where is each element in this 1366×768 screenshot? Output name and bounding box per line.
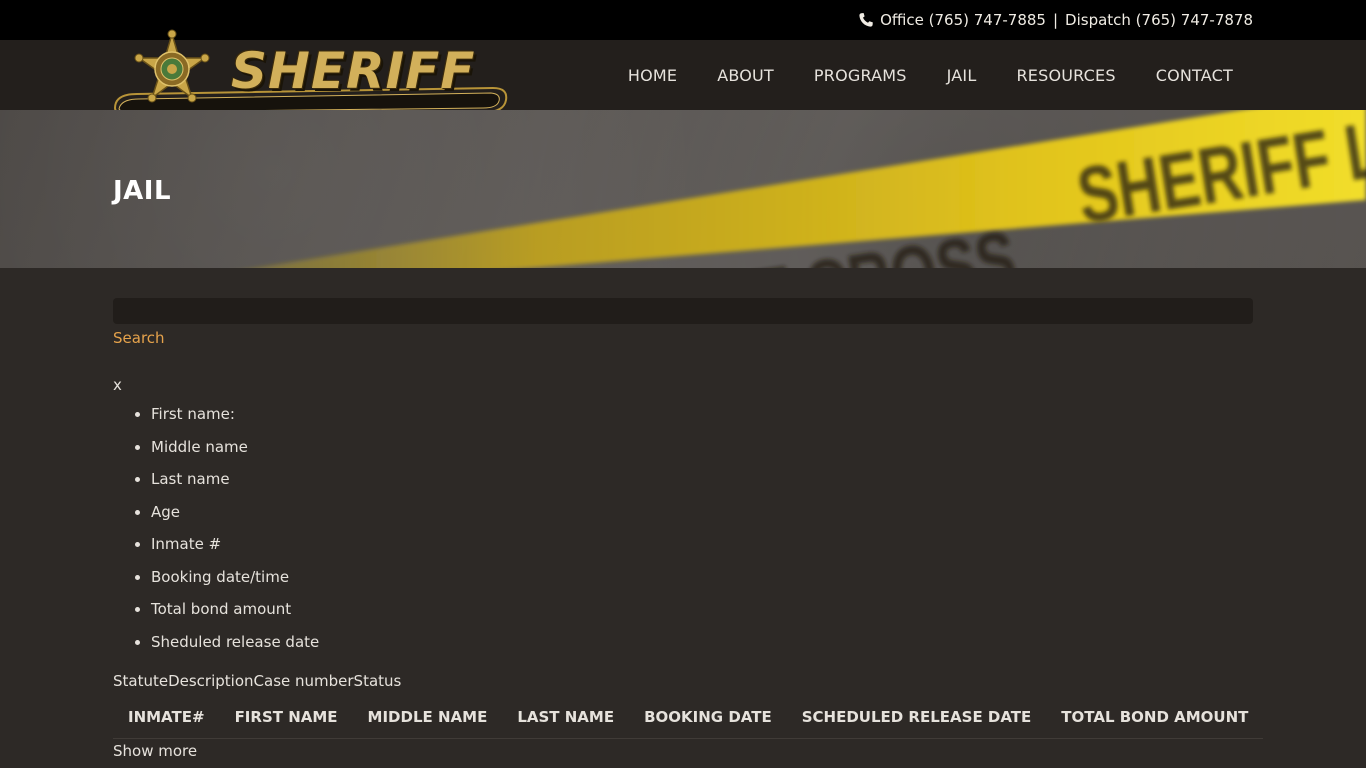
page-title: JAIL: [113, 176, 172, 206]
nav-jail[interactable]: JAIL: [927, 66, 997, 85]
logo-wordmark: SHERIFF: [231, 42, 476, 100]
main-nav: HOME ABOUT PROGRAMS JAIL RESOURCES CONTA…: [608, 66, 1253, 85]
sheriff-logo[interactable]: SHERIFF: [113, 29, 508, 118]
col-middle-name[interactable]: MIDDLE NAME: [352, 700, 503, 739]
phone-separator: |: [1052, 11, 1059, 29]
search-input[interactable]: [113, 298, 1253, 324]
col-last-name[interactable]: LAST NAME: [502, 700, 630, 739]
field-middle-name: Middle name: [151, 431, 1253, 464]
nav-about[interactable]: ABOUT: [697, 66, 794, 85]
inmate-table: INMATE# FIRST NAME MIDDLE NAME LAST NAME…: [113, 700, 1264, 739]
main-content: Search x First name: Middle name Last na…: [0, 268, 1366, 760]
field-age: Age: [151, 496, 1253, 529]
nav-resources[interactable]: RESOURCES: [996, 66, 1135, 85]
col-first-name[interactable]: FIRST NAME: [219, 700, 353, 739]
field-booking-datetime: Booking date/time: [151, 561, 1253, 594]
show-more-link[interactable]: Show more: [113, 742, 197, 760]
col-total-bond-amount[interactable]: TOTAL BOND AMOUNT: [1046, 700, 1264, 739]
nav-contact[interactable]: CONTACT: [1136, 66, 1253, 85]
nav-home[interactable]: HOME: [608, 66, 697, 85]
col-scheduled-release-date[interactable]: SCHEDULED RELEASE DATE: [786, 700, 1047, 739]
phone-icon: [859, 13, 873, 27]
dispatch-phone[interactable]: Dispatch (765) 747-7878: [1065, 11, 1253, 29]
field-inmate-number: Inmate #: [151, 528, 1253, 561]
tape-text-right: SHERIFF LINE D: [1072, 110, 1366, 240]
field-total-bond: Total bond amount: [151, 593, 1253, 626]
case-table-headers: StatuteDescriptionCase numberStatus: [113, 672, 402, 690]
search-link[interactable]: Search: [113, 329, 165, 347]
field-release-date: Sheduled release date: [151, 626, 1253, 659]
field-first-name: First name:: [151, 398, 1253, 431]
police-tape-graphic: DO NOT CROSS SHERIFF LINE D: [254, 110, 1366, 268]
col-inmate-number[interactable]: INMATE#: [113, 700, 220, 739]
page-banner: DO NOT CROSS SHERIFF LINE D JAIL: [0, 110, 1366, 268]
site-header: SHERIFF HOME ABOUT PROGRAMS JAIL RESOURC…: [0, 29, 1366, 118]
close-details-button[interactable]: x: [113, 376, 1253, 394]
office-phone[interactable]: Office (765) 747-7885: [880, 11, 1046, 29]
col-booking-date[interactable]: BOOKING DATE: [629, 700, 787, 739]
table-header-row: INMATE# FIRST NAME MIDDLE NAME LAST NAME…: [113, 700, 1264, 739]
field-last-name: Last name: [151, 463, 1253, 496]
inmate-detail-fields: First name: Middle name Last name Age In…: [151, 398, 1253, 658]
nav-programs[interactable]: PROGRAMS: [794, 66, 927, 85]
